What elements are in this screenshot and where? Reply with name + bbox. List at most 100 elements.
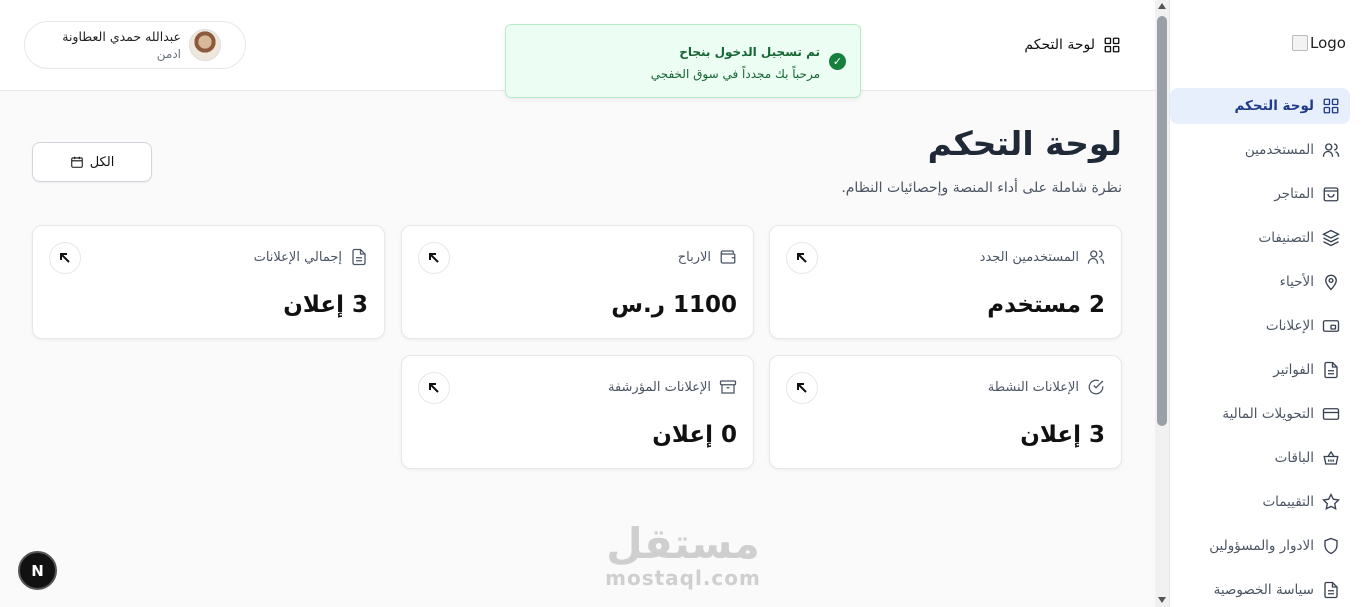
user-name: عبدالله حمدي العطاونة xyxy=(62,29,181,44)
arrow-up-left-icon xyxy=(60,253,70,263)
shield-icon xyxy=(1324,537,1338,555)
sidebar-item-dashboard[interactable]: لوحة التحكم xyxy=(1170,88,1350,124)
sidebar-item-label: الادوار والمسؤولين xyxy=(1209,538,1314,554)
sidebar-item-users[interactable]: المستخدمين xyxy=(1170,132,1350,168)
scroll-up-arrow[interactable] xyxy=(1158,3,1166,9)
check-circle-icon xyxy=(1088,379,1104,395)
grid-icon xyxy=(1104,37,1120,53)
sidebar-item-label: لوحة التحكم xyxy=(1234,98,1314,114)
nextjs-dev-badge[interactable]: N xyxy=(18,551,57,590)
sidebar-item-label: المتاجر xyxy=(1274,186,1314,202)
card-header: المستخدمين الجدد xyxy=(980,248,1105,266)
check-circle-icon: ✓ xyxy=(829,53,846,70)
sidebar-item-districts[interactable]: الأحياء xyxy=(1170,264,1350,300)
basket-icon xyxy=(1323,450,1339,465)
sidebar-item-label: الفواتير xyxy=(1273,362,1314,378)
logo[interactable]: Logo xyxy=(1292,34,1346,52)
scroll-down-arrow[interactable] xyxy=(1158,597,1166,603)
toast-message: مرحباً بك مجدداً في سوق الخفجي xyxy=(650,67,820,81)
users-icon xyxy=(1087,250,1105,264)
sidebar-item-categories[interactable]: التصنيفات xyxy=(1170,220,1350,256)
arrow-up-left-icon xyxy=(429,383,439,393)
card-open-button[interactable] xyxy=(49,242,81,274)
wallet-icon xyxy=(720,250,736,264)
page-title: لوحة التحكم xyxy=(927,124,1122,163)
filter-label: الكل xyxy=(89,154,115,170)
user-menu[interactable]: عبدالله حمدي العطاونة ادمن xyxy=(24,21,246,69)
sidebar-item-reviews[interactable]: التقييمات xyxy=(1170,484,1350,520)
star-icon xyxy=(1322,493,1340,510)
stat-card-new-users: المستخدمين الجدد 2 مستخدم xyxy=(769,225,1122,339)
layers-icon xyxy=(1322,229,1340,247)
watermark-arabic: مستقل xyxy=(606,519,760,568)
user-role: ادمن xyxy=(156,47,181,61)
sidebar-nav: لوحة التحكم المستخدمين المتاجر التصنيفات… xyxy=(1170,88,1350,607)
card-header: إجمالي الإعلانات xyxy=(254,248,368,266)
sidebar: Logo لوحة التحكم المستخدمين المتاجر التص… xyxy=(1169,0,1366,607)
arrow-up-left-icon xyxy=(797,253,807,263)
card-value: 3 إعلان xyxy=(283,292,368,318)
card-open-button[interactable] xyxy=(418,372,450,404)
card-open-button[interactable] xyxy=(786,242,818,274)
card-value: 1100 ر.س xyxy=(611,292,737,318)
arrow-up-left-icon xyxy=(429,253,439,263)
sidebar-item-label: المستخدمين xyxy=(1244,142,1314,158)
card-label: الإعلانات المؤرشفة xyxy=(607,379,711,395)
sidebar-item-transfers[interactable]: التحويلات المالية xyxy=(1170,396,1350,432)
watermark: مستقل mostaql.com xyxy=(603,519,763,590)
sidebar-item-label: التصنيفات xyxy=(1258,230,1314,246)
watermark-latin: mostaql.com xyxy=(605,566,761,590)
card-label: الإعلانات النشطة xyxy=(987,379,1079,395)
sidebar-item-ads[interactable]: الإعلانات xyxy=(1170,308,1350,344)
scroll-thumb[interactable] xyxy=(1157,16,1167,426)
card-header: الإعلانات النشطة xyxy=(988,378,1105,396)
success-toast[interactable]: ✓ تم تسجيل الدخول بنجاح مرحباً بك مجدداً… xyxy=(505,24,861,98)
user-info: عبدالله حمدي العطاونة ادمن xyxy=(62,29,181,61)
stat-card-archived-ads: الإعلانات المؤرشفة 0 إعلان xyxy=(401,355,754,469)
header-title: لوحة التحكم xyxy=(1024,36,1121,54)
sidebar-item-label: الباقات xyxy=(1274,450,1314,466)
archive-icon xyxy=(719,380,737,394)
card-header: الإعلانات المؤرشفة xyxy=(608,378,737,396)
stat-card-total-ads: إجمالي الإعلانات 3 إعلان xyxy=(32,225,385,339)
sidebar-item-invoices[interactable]: الفواتير xyxy=(1170,352,1350,388)
sidebar-item-label: التقييمات xyxy=(1262,494,1314,510)
file-icon xyxy=(352,248,366,266)
main-scrollbar[interactable] xyxy=(1155,0,1169,607)
card-value: 3 إعلان xyxy=(1020,422,1105,448)
users-icon xyxy=(1322,143,1340,157)
map-pin-icon xyxy=(1325,274,1337,291)
header-title-text: لوحة التحكم xyxy=(1024,37,1095,53)
sidebar-item-label: التحويلات المالية xyxy=(1222,406,1314,422)
broken-image-icon xyxy=(1292,35,1309,51)
card-value: 0 إعلان xyxy=(652,422,737,448)
card-label: الارباح xyxy=(677,249,711,265)
card-value: 2 مستخدم xyxy=(987,292,1105,318)
sidebar-item-packages[interactable]: الباقات xyxy=(1170,440,1350,476)
card-open-button[interactable] xyxy=(786,372,818,404)
sidebar-item-privacy[interactable]: سياسة الخصوصية xyxy=(1170,572,1350,607)
app-root: لوحة التحكم عبدالله حمدي العطاونة ادمن ✓… xyxy=(0,0,1366,607)
file-text-icon xyxy=(1324,361,1338,379)
card-label: إجمالي الإعلانات xyxy=(253,249,342,265)
stat-card-profits: الارباح 1100 ر.س xyxy=(401,225,754,339)
credit-card-icon xyxy=(1322,408,1340,420)
sidebar-item-stores[interactable]: المتاجر xyxy=(1170,176,1350,212)
sidebar-item-label: الأحياء xyxy=(1279,274,1314,290)
logo-text: Logo xyxy=(1310,34,1346,52)
shopping-bag-icon xyxy=(1323,187,1339,202)
card-header: الارباح xyxy=(678,248,737,266)
calendar-icon xyxy=(70,156,83,168)
toast-title: تم تسجيل الدخول بنجاح xyxy=(679,45,820,59)
sidebar-item-roles[interactable]: الادوار والمسؤولين xyxy=(1170,528,1350,564)
sidebar-item-label: سياسة الخصوصية xyxy=(1213,582,1314,598)
sidebar-item-label: الإعلانات xyxy=(1265,318,1314,334)
date-filter-button[interactable]: الكل xyxy=(32,142,152,182)
avatar xyxy=(189,29,221,61)
stat-card-active-ads: الإعلانات النشطة 3 إعلان xyxy=(769,355,1122,469)
card-open-button[interactable] xyxy=(418,242,450,274)
page-subtitle: نظرة شاملة على أداء المنصة وإحصائيات الن… xyxy=(841,180,1122,196)
document-icon xyxy=(1324,581,1338,599)
ad-icon xyxy=(1322,320,1340,332)
arrow-up-left-icon xyxy=(797,383,807,393)
